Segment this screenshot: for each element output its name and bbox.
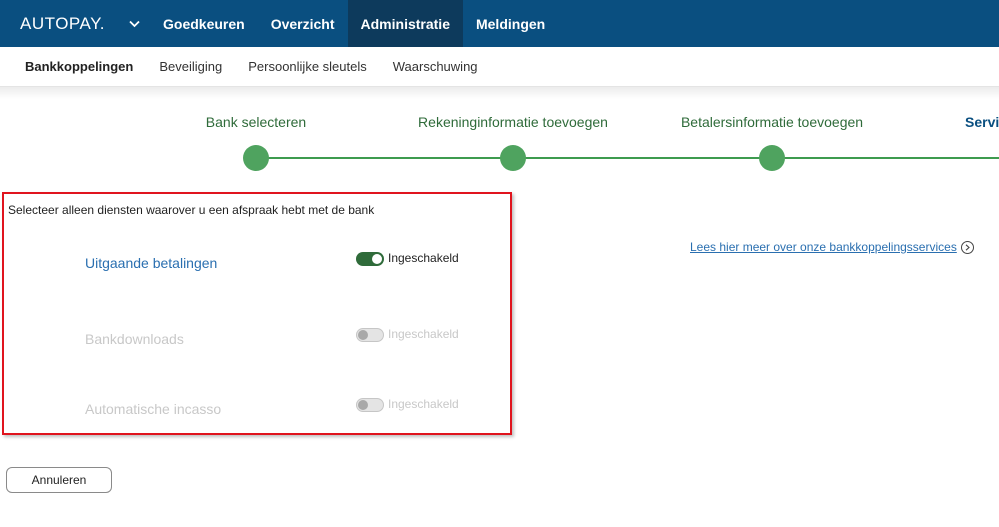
step-label: Rekeninginformatie toevoegen [418, 114, 608, 130]
top-navigation-bar: AUTOPAY. Goedkeuren Overzicht Administra… [0, 0, 999, 47]
info-link-bankkoppelingsservices[interactable]: Lees hier meer over onze bankkoppelingss… [690, 240, 974, 254]
brand-logo[interactable]: AUTOPAY. [0, 0, 118, 47]
chevron-down-icon[interactable] [118, 0, 150, 47]
services-intro: Selecteer alleen diensten waarover u een… [8, 203, 375, 217]
toggle-knob [372, 254, 382, 264]
nav-item-administratie[interactable]: Administratie [347, 0, 463, 47]
service-label: Bankdownloads [85, 331, 184, 347]
sub-navigation-bar: Bankkoppelingen Beveiliging Persoonlijke… [0, 47, 999, 87]
step-label: Betalersinformatie toevoegen [680, 114, 864, 130]
cancel-button[interactable]: Annuleren [6, 467, 112, 493]
step-complete-dot [759, 145, 785, 171]
main-nav: Goedkeuren Overzicht Administratie Meldi… [150, 0, 558, 47]
tab-persoonlijke-sleutels[interactable]: Persoonlijke sleutels [248, 59, 367, 74]
nav-item-goedkeuren[interactable]: Goedkeuren [150, 0, 258, 47]
toggle-knob [358, 330, 368, 340]
subnav-divider [0, 87, 999, 99]
info-link-text: Lees hier meer over onze bankkoppelingss… [690, 240, 957, 254]
toggle-status-label: Ingeschakeld [388, 251, 459, 265]
step-label-current: Servi [965, 114, 999, 130]
toggle-knob [358, 400, 368, 410]
services-panel: Selecteer alleen diensten waarover u een… [2, 192, 512, 435]
nav-item-meldingen[interactable]: Meldingen [463, 0, 558, 47]
toggle-bankdownloads[interactable] [356, 328, 384, 342]
toggle-uitgaande-betalingen[interactable] [356, 252, 384, 266]
service-label: Uitgaande betalingen [85, 255, 218, 271]
tab-waarschuwing[interactable]: Waarschuwing [393, 59, 478, 74]
service-label: Automatische incasso [85, 401, 222, 417]
progress-stepper: Bank selecteren Rekeninginformatie toevo… [0, 100, 999, 180]
tab-beveiliging[interactable]: Beveiliging [159, 59, 222, 74]
chevron-right-icon [960, 240, 974, 254]
nav-item-overzicht[interactable]: Overzicht [258, 0, 348, 47]
tab-bankkoppelingen[interactable]: Bankkoppelingen [25, 59, 133, 74]
step-label: Bank selecteren [205, 114, 307, 130]
step-complete-dot [500, 145, 526, 171]
stepper-line [256, 157, 999, 159]
toggle-status-label: Ingeschakeld [388, 397, 459, 411]
step-complete-dot [243, 145, 269, 171]
toggle-automatische-incasso[interactable] [356, 398, 384, 412]
toggle-status-label: Ingeschakeld [388, 327, 459, 341]
